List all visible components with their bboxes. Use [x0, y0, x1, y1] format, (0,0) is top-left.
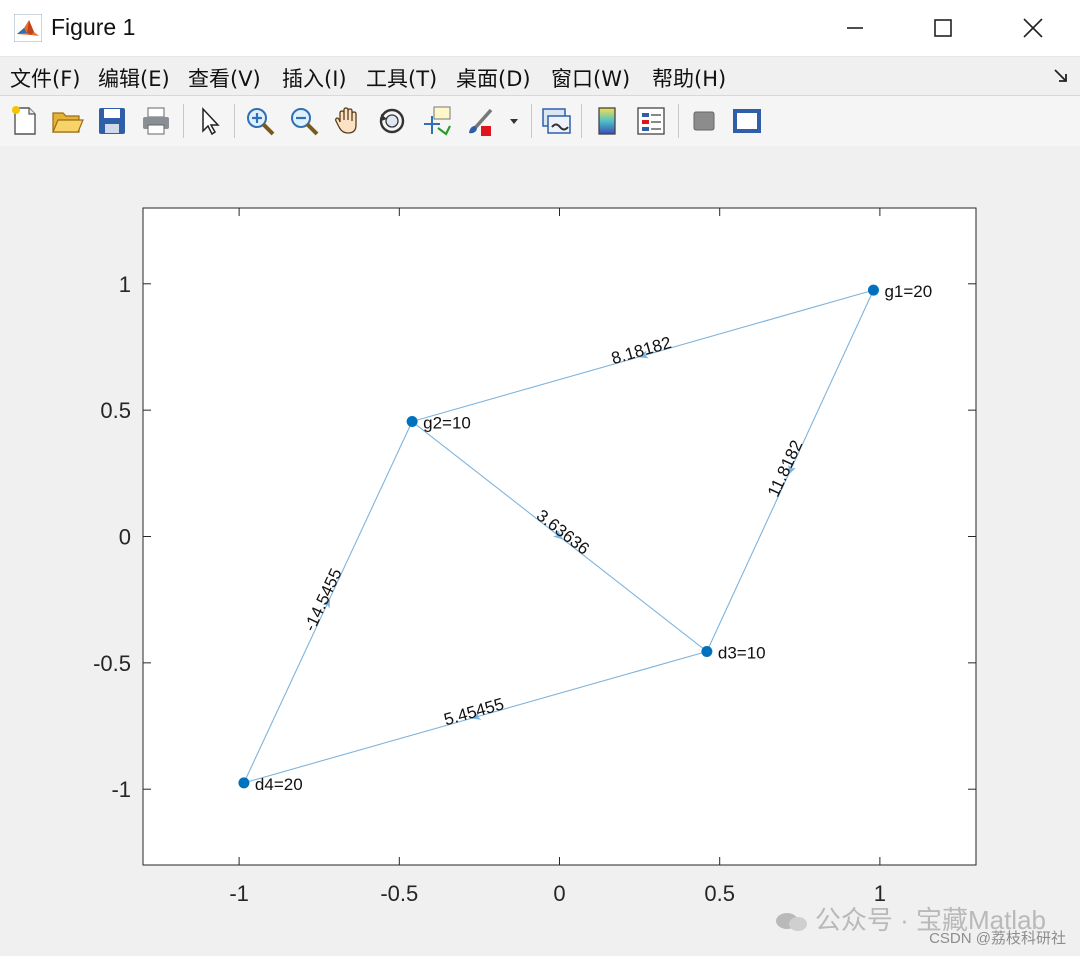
data-cursor-button[interactable]	[420, 104, 454, 138]
print-button[interactable]	[139, 104, 173, 138]
brush-icon	[469, 108, 493, 136]
minimize-button[interactable]	[810, 0, 900, 56]
y-tick-label: -1	[111, 777, 131, 802]
menu-insert[interactable]: 插入(I)	[282, 63, 347, 93]
menu-edit[interactable]: 编辑(E)	[98, 63, 170, 93]
new-figure-icon	[12, 106, 36, 135]
rotate-3d-button[interactable]	[375, 104, 409, 138]
show-plot-tools-icon	[733, 109, 761, 133]
menu-file[interactable]: 文件(F)	[10, 63, 80, 93]
menu-bar: 文件(F) 编辑(E) 查看(V) 插入(I) 工具(T) 桌面(D) 窗口(W…	[0, 57, 1080, 95]
node-label: d3=10	[718, 643, 766, 662]
zoom-out-button[interactable]	[287, 104, 321, 138]
insert-colorbar-icon	[598, 107, 616, 135]
edit-plot-button[interactable]	[193, 104, 227, 138]
title-bar: Figure 1	[0, 0, 1080, 57]
x-tick-label: 0	[553, 881, 565, 906]
y-tick-label: 0	[119, 525, 131, 550]
toolbar-separator	[581, 104, 582, 138]
watermark-sub: CSDN @荔枝科研社	[929, 930, 1066, 947]
figure-canvas[interactable]: -1 -0.5 0 0.5 1 -1 -0.5 0 0.5 1 8.18182 11.8182 3.63…	[0, 146, 1080, 956]
toolbar-separator	[183, 104, 184, 138]
menu-tools[interactable]: 工具(T)	[366, 63, 437, 93]
insert-colorbar-button[interactable]	[590, 104, 624, 138]
menu-view[interactable]: 查看(V)	[188, 63, 261, 93]
link-plot-button[interactable]	[539, 104, 573, 138]
open-file-icon	[52, 112, 84, 133]
close-button[interactable]	[988, 0, 1078, 56]
menu-desktop[interactable]: 桌面(D)	[456, 63, 531, 93]
open-file-button[interactable]	[50, 104, 84, 138]
x-tick-label: 0.5	[704, 881, 735, 906]
y-tick-label: 0.5	[100, 398, 131, 423]
insert-legend-icon	[637, 107, 665, 135]
rotate-3d-icon	[379, 108, 405, 134]
maximize-icon	[934, 19, 952, 37]
menu-help[interactable]: 帮助(H)	[652, 63, 726, 93]
figure-toolbar	[0, 95, 1080, 147]
window-title: Figure 1	[51, 14, 136, 40]
node-label: g1=20	[884, 282, 932, 301]
close-icon	[1023, 18, 1043, 38]
pan-icon	[335, 107, 357, 134]
graph-node	[867, 284, 879, 296]
dock-figure-icon[interactable]	[1052, 67, 1070, 85]
save-icon	[99, 108, 125, 134]
print-icon	[143, 107, 169, 135]
show-plot-tools-button[interactable]	[730, 104, 764, 138]
zoom-in-button[interactable]	[243, 104, 277, 138]
toolbar-separator	[678, 104, 679, 138]
link-plot-icon	[542, 108, 571, 134]
x-tick-label: -1	[229, 881, 249, 906]
hide-plot-tools-button[interactable]	[687, 104, 721, 138]
matlab-logo-icon	[14, 14, 42, 42]
new-figure-button[interactable]	[8, 104, 42, 138]
node-label: d4=20	[255, 775, 303, 794]
wechat-icon	[775, 913, 807, 932]
brush-button[interactable]	[463, 104, 497, 138]
brush-dropdown[interactable]	[503, 104, 525, 138]
save-button[interactable]	[95, 104, 129, 138]
node-label: g2=10	[423, 414, 471, 433]
zoom-in-icon	[247, 108, 275, 136]
minimize-icon	[847, 27, 863, 29]
chevron-down-icon	[510, 119, 518, 124]
graph-node	[406, 416, 418, 428]
toolbar-separator	[234, 104, 235, 138]
graph-node	[701, 645, 713, 657]
y-tick-label: 1	[119, 272, 131, 297]
y-tick-label: -0.5	[93, 651, 131, 676]
edit-plot-icon	[202, 107, 220, 136]
insert-legend-button[interactable]	[634, 104, 668, 138]
hide-plot-tools-icon	[693, 111, 715, 131]
maximize-button[interactable]	[898, 0, 988, 56]
zoom-out-icon	[291, 108, 319, 136]
x-tick-label: -0.5	[380, 881, 418, 906]
menu-window[interactable]: 窗口(W)	[551, 63, 630, 93]
data-cursor-icon	[424, 106, 451, 136]
pan-button[interactable]	[331, 104, 365, 138]
graph-plot: -1 -0.5 0 0.5 1-1-0.500.518.1818211.81823.63…	[93, 207, 977, 906]
toolbar-separator	[531, 104, 532, 138]
graph-node	[238, 777, 250, 789]
